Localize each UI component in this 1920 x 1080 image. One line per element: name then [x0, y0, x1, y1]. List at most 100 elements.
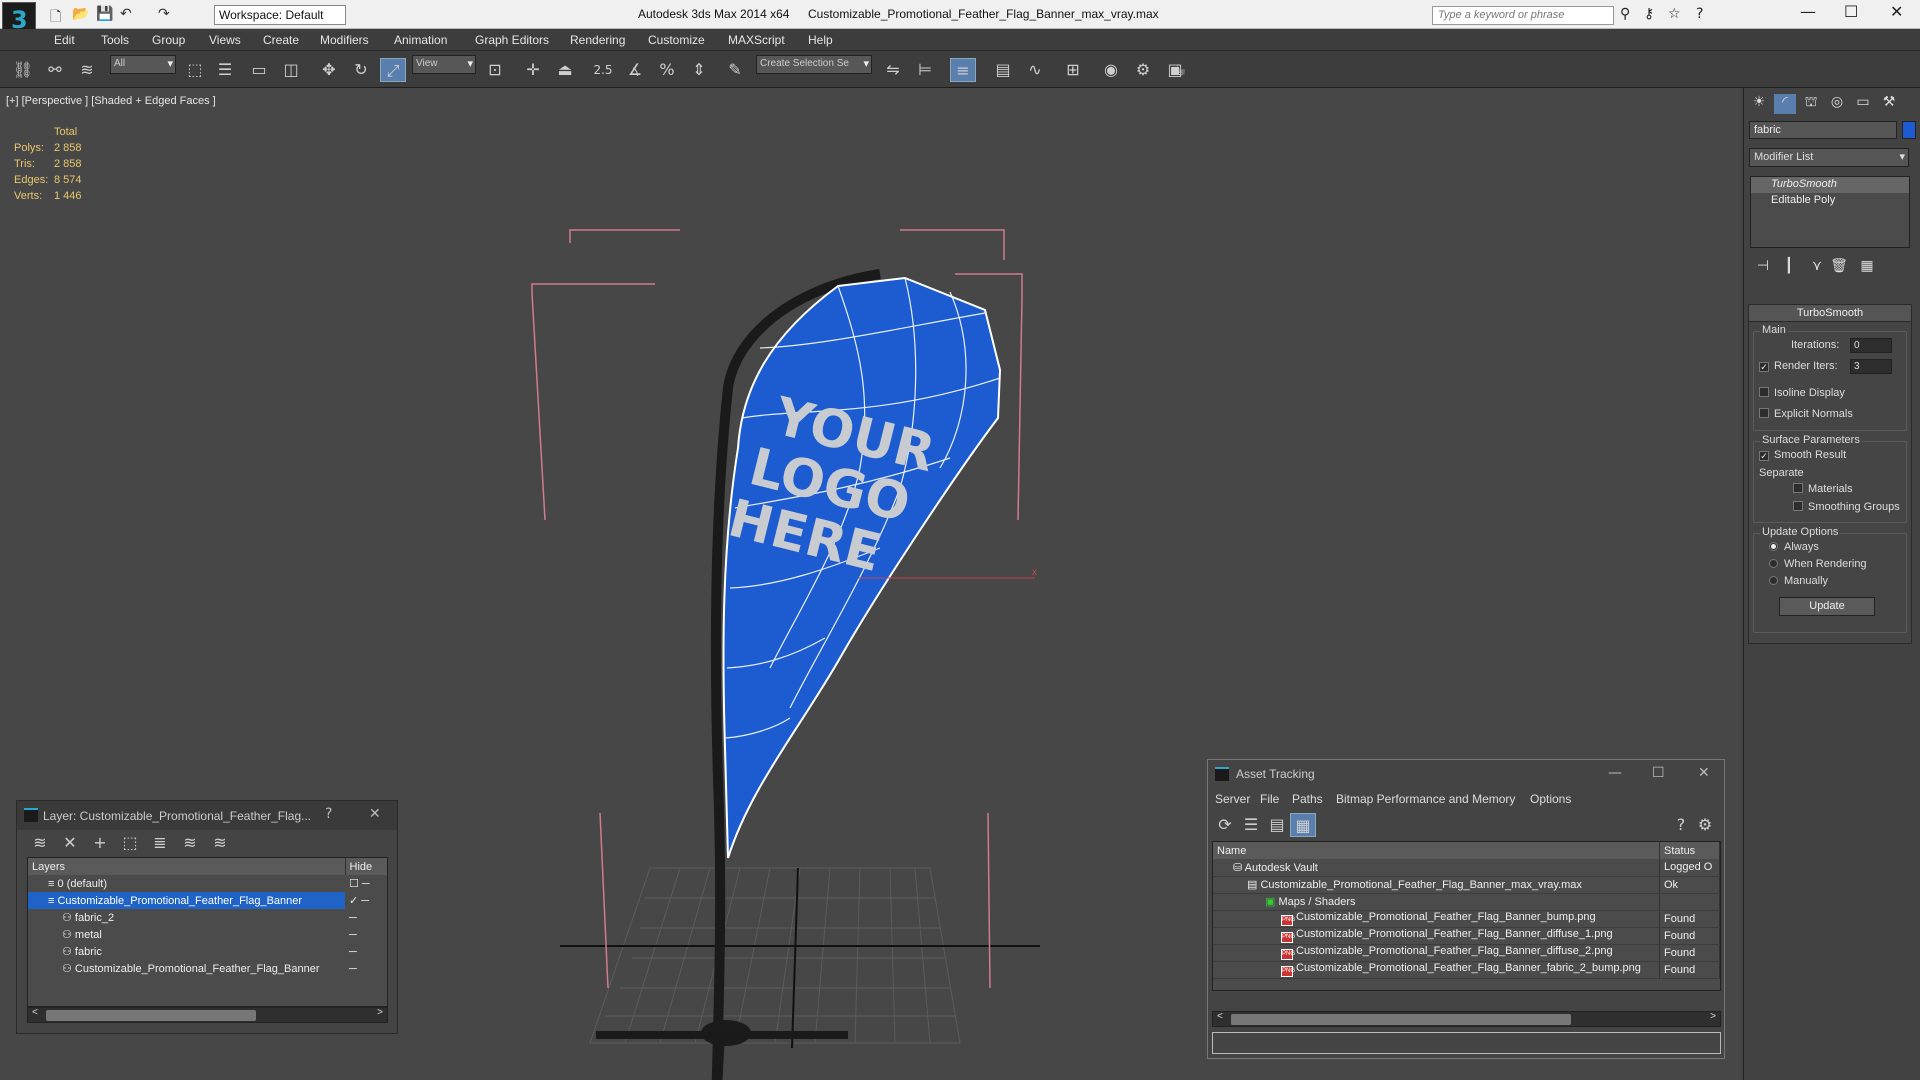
iterations-spinner[interactable]: 0: [1850, 338, 1892, 353]
menu-customize[interactable]: Customize: [648, 33, 705, 47]
column-name[interactable]: Name: [1213, 842, 1660, 859]
pin-stack-icon[interactable]: ⊣: [1752, 258, 1774, 278]
menu-file[interactable]: File: [1260, 792, 1279, 806]
render-iters-checkbox[interactable]: ✓ Render Iters:: [1759, 360, 1838, 372]
asset-row[interactable]: PNGCustomizable_Promotional_Feather_Flag…: [1213, 961, 1720, 979]
utilities-tab-icon[interactable]: ⚒: [1878, 94, 1900, 114]
thumbnail-view-icon[interactable]: ▤: [1264, 813, 1290, 837]
save-file-icon[interactable]: 💾: [96, 6, 113, 22]
move-icon[interactable]: ✥: [316, 58, 342, 82]
column-layers[interactable]: Layers: [28, 858, 346, 875]
edit-named-selection-icon[interactable]: ✎: [722, 58, 748, 82]
menu-graph-editors[interactable]: Graph Editors: [475, 33, 549, 47]
new-file-icon[interactable]: 🗋: [50, 6, 61, 30]
menu-help[interactable]: Help: [808, 33, 833, 47]
stack-item-editable-poly[interactable]: Editable Poly: [1751, 193, 1909, 209]
scroll-right-icon[interactable]: >: [377, 1007, 383, 1018]
asset-row[interactable]: PNGCustomizable_Promotional_Feather_Flag…: [1213, 944, 1720, 962]
redo-icon[interactable]: ↷: [158, 6, 170, 22]
menu-server[interactable]: Server: [1215, 792, 1250, 806]
select-by-name-icon[interactable]: ☰: [212, 58, 238, 82]
ribbon-icon[interactable]: ▤: [990, 58, 1016, 82]
minimize-button[interactable]: —: [1800, 2, 1816, 21]
menu-options[interactable]: Options: [1530, 792, 1571, 806]
modifier-stack[interactable]: TurboSmooth Editable Poly: [1750, 176, 1910, 248]
menu-animation[interactable]: Animation: [394, 33, 447, 47]
asset-row[interactable]: PNGCustomizable_Promotional_Feather_Flag…: [1213, 927, 1720, 945]
bind-space-warp-icon[interactable]: ≋: [74, 58, 100, 82]
hide-toggle[interactable]: ☐ ─: [345, 875, 387, 892]
search-input[interactable]: Type a keyword or phrase: [1432, 6, 1614, 25]
menu-paths[interactable]: Paths: [1292, 792, 1323, 806]
layer-dialog-titlebar[interactable]: Layer: Customizable_Promotional_Feather_…: [17, 801, 397, 830]
object-color-swatch[interactable]: [1902, 121, 1916, 139]
update-manually-radio[interactable]: Manually: [1769, 575, 1828, 587]
update-when-rendering-radio[interactable]: When Rendering: [1769, 558, 1867, 570]
make-unique-icon[interactable]: ⋎: [1806, 258, 1828, 278]
refresh-icon[interactable]: ⟳: [1212, 813, 1238, 837]
star-icon[interactable]: ☆: [1668, 6, 1681, 22]
window-crossing-icon[interactable]: ◫: [278, 58, 304, 82]
undo-icon[interactable]: ↶: [120, 6, 132, 22]
spinner-snap-icon[interactable]: ⇕: [686, 58, 712, 82]
pivot-center-icon[interactable]: ⊡: [482, 58, 508, 82]
layer-explorer-icon[interactable]: ≡: [950, 58, 976, 82]
render-production-icon[interactable]: ☕: [1166, 58, 1192, 82]
material-editor-icon[interactable]: ◉: [1098, 58, 1124, 82]
object-row[interactable]: ⚇ metal ─: [28, 926, 387, 943]
object-name-field[interactable]: fabric: [1749, 121, 1897, 139]
link-icon[interactable]: ⛓: [10, 58, 36, 82]
update-button[interactable]: Update: [1779, 597, 1875, 616]
percent-snap-icon[interactable]: %: [654, 58, 680, 82]
create-layer-icon[interactable]: ≋: [27, 831, 53, 855]
hide-all-layers-icon[interactable]: ≋: [177, 831, 203, 855]
scroll-right-icon[interactable]: >: [1710, 1011, 1716, 1022]
freeze-all-layers-icon[interactable]: ≋: [207, 831, 233, 855]
configure-modifier-sets-icon[interactable]: ▦: [1856, 258, 1878, 278]
rollout-header[interactable]: TurboSmooth: [1749, 305, 1911, 322]
mirror-icon[interactable]: ⇋: [880, 58, 906, 82]
scroll-thumb[interactable]: [46, 1010, 256, 1021]
rectangular-selection-icon[interactable]: ▭: [246, 58, 272, 82]
help-icon[interactable]: ?: [1696, 6, 1703, 22]
object-row[interactable]: ⚇ Customizable_Promotional_Feather_Flag_…: [28, 960, 387, 977]
key-icon[interactable]: ⚷: [1644, 6, 1654, 22]
delete-layer-icon[interactable]: ✕: [57, 831, 83, 855]
schematic-view-icon[interactable]: ⊞: [1060, 58, 1086, 82]
menu-create[interactable]: Create: [263, 33, 299, 47]
highlight-selected-icon[interactable]: ≣: [147, 831, 173, 855]
scale-icon[interactable]: ⤢: [380, 58, 406, 82]
asset-path-field[interactable]: [1212, 1032, 1721, 1054]
maximize-button[interactable]: ☐: [1844, 2, 1858, 21]
add-to-layer-icon[interactable]: +: [87, 831, 113, 855]
asset-row[interactable]: ⛁ Autodesk Vault Logged O: [1213, 859, 1720, 877]
column-hide[interactable]: Hide: [345, 858, 387, 875]
help-button[interactable]: ?: [325, 806, 332, 822]
align-icon[interactable]: ⊨: [912, 58, 938, 82]
render-setup-icon[interactable]: ⚙: [1130, 58, 1156, 82]
asset-row[interactable]: ▣ Maps / Shaders: [1213, 893, 1720, 911]
isoline-display-checkbox[interactable]: Isoline Display: [1759, 387, 1845, 399]
stack-item-turbosmooth[interactable]: TurboSmooth: [1751, 177, 1909, 193]
asset-tracking-titlebar[interactable]: Asset Tracking — ☐ ✕: [1208, 760, 1724, 788]
show-end-result-icon[interactable]: ┃: [1778, 258, 1800, 278]
menu-group[interactable]: Group: [152, 33, 185, 47]
close-icon[interactable]: ✕: [369, 806, 381, 822]
layer-horizontal-scrollbar[interactable]: < >: [27, 1007, 388, 1023]
named-selection-sets-dropdown[interactable]: Create Selection Se: [756, 55, 872, 74]
smooth-result-checkbox[interactable]: ✓ Smooth Result: [1759, 449, 1846, 461]
remove-modifier-icon[interactable]: 🗑: [1828, 258, 1850, 278]
smoothing-groups-checkbox[interactable]: Smoothing Groups: [1793, 501, 1900, 513]
menu-bitmap-performance[interactable]: Bitmap Performance and Memory: [1336, 792, 1515, 806]
maximize-icon[interactable]: ☐: [1652, 765, 1665, 781]
object-row[interactable]: ⚇ fabric ─: [28, 943, 387, 960]
reference-coordinate-dropdown[interactable]: View: [412, 55, 476, 74]
explicit-normals-checkbox[interactable]: Explicit Normals: [1759, 408, 1853, 420]
render-iters-spinner[interactable]: 3: [1850, 359, 1892, 374]
angle-snap-icon[interactable]: ∡: [622, 58, 648, 82]
asset-horizontal-scrollbar[interactable]: < >: [1212, 1011, 1721, 1027]
asset-row[interactable]: ▤ Customizable_Promotional_Feather_Flag_…: [1213, 876, 1720, 894]
menu-edit[interactable]: Edit: [54, 33, 75, 47]
modify-tab-icon[interactable]: ◜: [1774, 94, 1796, 114]
binoculars-icon[interactable]: ⚲: [1620, 6, 1630, 22]
